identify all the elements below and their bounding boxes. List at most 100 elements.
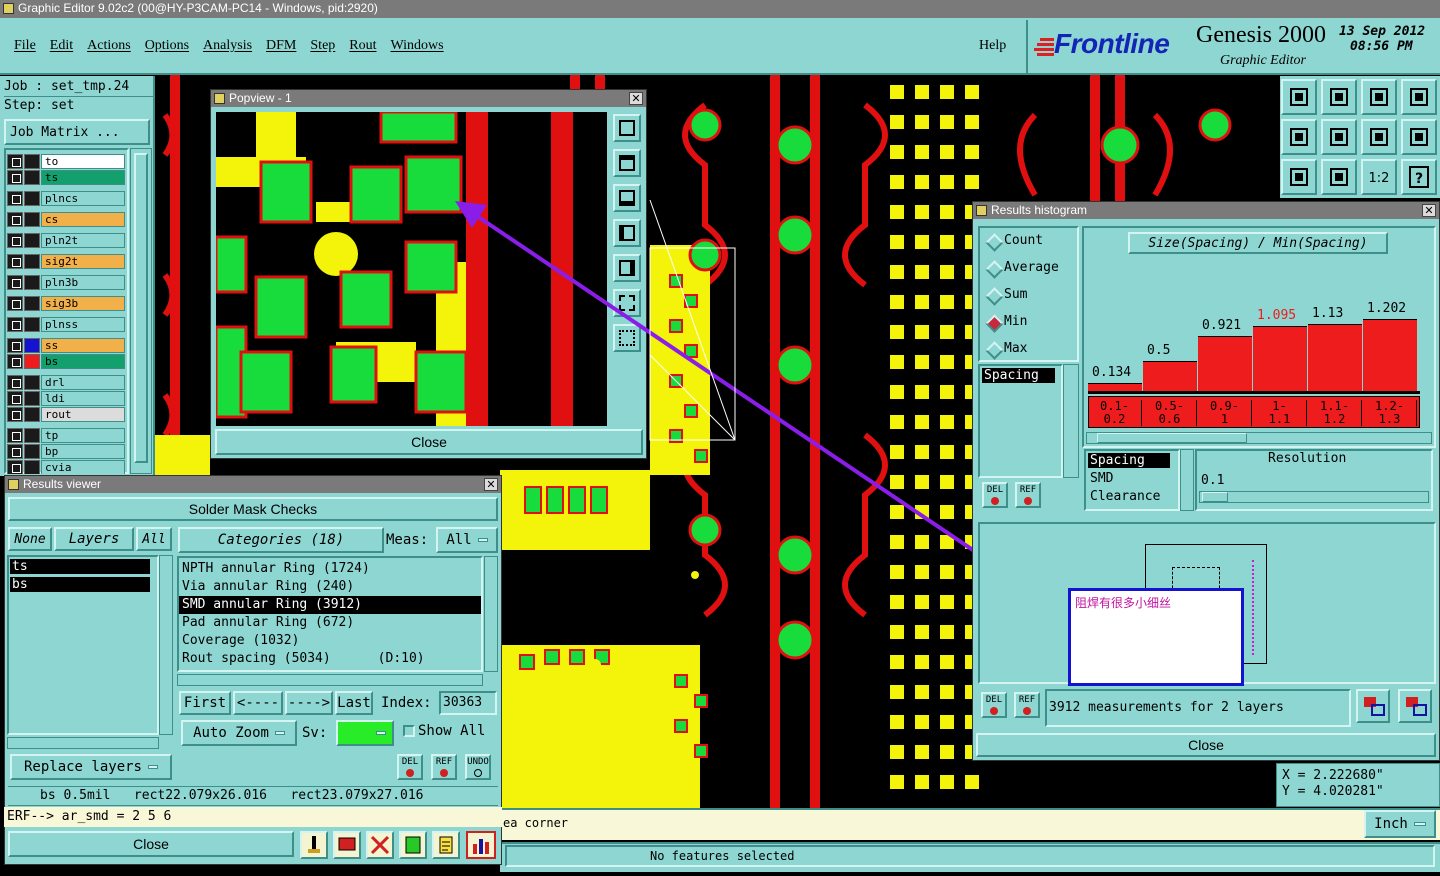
layer-color-swatch[interactable] (24, 154, 40, 169)
results-histogram-button[interactable] (466, 831, 496, 859)
next-button[interactable]: ----> (285, 691, 333, 715)
histogram-list-right-item-0[interactable]: Spacing (1088, 453, 1170, 468)
histogram-close-icon[interactable]: ✕ (1422, 204, 1436, 217)
results-ref-button[interactable]: REF (431, 754, 457, 780)
toolbar-button-1[interactable] (1281, 79, 1317, 115)
histogram-bar[interactable] (1253, 325, 1307, 391)
index-input[interactable]: 30363 (439, 691, 497, 715)
layer-name[interactable]: sig3b (41, 296, 125, 311)
layer-row-cs[interactable]: cs (7, 212, 125, 227)
layer-row-ts[interactable]: ts (7, 170, 125, 185)
toolbar-button-2[interactable] (1321, 79, 1357, 115)
layer-color-swatch[interactable] (24, 317, 40, 332)
layer-display-checkbox[interactable] (7, 375, 23, 390)
menu-analysis[interactable]: Analysis (203, 38, 252, 54)
histogram-list-right-item-2[interactable]: Clearance (1088, 489, 1160, 504)
layer-color-swatch[interactable] (24, 338, 40, 353)
toolbar-button-7[interactable] (1361, 119, 1397, 155)
layer-name[interactable]: plncs (41, 191, 125, 206)
toolbar-button-6[interactable] (1321, 119, 1357, 155)
results-del-button[interactable]: DEL (397, 754, 423, 780)
histogram-bar[interactable] (1088, 383, 1142, 391)
results-layer-vscrollbar[interactable] (159, 555, 173, 735)
histogram-export-button-1[interactable] (1356, 689, 1390, 723)
histogram-bar[interactable] (1143, 361, 1197, 391)
category-item[interactable]: Pad annular Ring (672) (179, 614, 481, 632)
toolbar-button-10[interactable] (1321, 159, 1357, 195)
popview-zoom-in-button[interactable] (613, 289, 641, 317)
histogram-bar[interactable] (1363, 319, 1417, 391)
popview-pan-right-button[interactable] (613, 254, 641, 282)
results-tool-button-5[interactable] (432, 831, 460, 859)
menu-actions[interactable]: Actions (87, 38, 131, 54)
replace-layers-dropdown[interactable]: Replace layers (10, 754, 172, 780)
popview-zoom-fit-button[interactable] (613, 114, 641, 142)
results-layer-ts[interactable]: ts (10, 559, 150, 574)
toolbar-button-11[interactable]: 1:2 (1361, 159, 1397, 195)
layer-row-cvia[interactable]: cvia (7, 460, 125, 474)
histogram-bar[interactable] (1198, 336, 1252, 391)
layer-row-plnss[interactable]: plnss (7, 317, 125, 332)
layer-row-sig3b[interactable]: sig3b (7, 296, 125, 311)
layer-name[interactable]: rout (41, 407, 125, 422)
layer-display-checkbox[interactable] (7, 317, 23, 332)
toolbar-button-4[interactable] (1401, 79, 1437, 115)
layer-display-checkbox[interactable] (7, 212, 23, 227)
popview-canvas[interactable] (216, 112, 607, 426)
layer-display-checkbox[interactable] (7, 254, 23, 269)
histogram-ref-button[interactable]: REF (1015, 482, 1041, 508)
layers-all-button[interactable]: All (136, 527, 172, 551)
results-tool-button-1[interactable] (300, 831, 328, 859)
layer-name[interactable]: ss (41, 338, 125, 353)
layer-color-swatch[interactable] (24, 375, 40, 390)
toolbar-button-8[interactable] (1401, 119, 1437, 155)
layer-row-rout[interactable]: rout (7, 407, 125, 422)
popview-close-icon[interactable]: ✕ (629, 92, 643, 105)
histogram-category-label[interactable]: 0.5- 0.6 (1143, 400, 1197, 426)
histogram-category-label[interactable]: 1- 1.1 (1253, 400, 1307, 426)
layer-name[interactable]: cvia (41, 460, 125, 474)
measurement-del-button[interactable]: DEL (981, 692, 1007, 718)
layer-row-bs[interactable]: bs (7, 354, 125, 369)
layer-display-checkbox[interactable] (7, 444, 23, 459)
menu-file[interactable]: File (14, 38, 36, 54)
mode-min[interactable]: Min (986, 314, 1027, 329)
category-item[interactable]: SMD annular Ring (3912) (179, 596, 481, 614)
menu-windows[interactable]: Windows (391, 38, 444, 54)
layer-row-plncs[interactable]: plncs (7, 191, 125, 206)
menu-help[interactable]: Help (979, 38, 1006, 54)
layer-name[interactable]: to (41, 154, 125, 169)
layer-row-to[interactable]: to (7, 154, 125, 169)
layer-row-pln3b[interactable]: pln3b (7, 275, 125, 290)
layer-name[interactable]: pln3b (41, 275, 125, 290)
categories-hscrollbar[interactable] (177, 674, 483, 686)
menu-rout[interactable]: Rout (349, 38, 376, 54)
layer-color-swatch[interactable] (24, 212, 40, 227)
layer-display-checkbox[interactable] (7, 338, 23, 353)
layer-row-tp[interactable]: tp (7, 428, 125, 443)
results-close-icon[interactable]: ✕ (484, 478, 498, 491)
menu-dfm[interactable]: DFM (266, 38, 296, 54)
layer-row-drl[interactable]: drl (7, 375, 125, 390)
layer-display-checkbox[interactable] (7, 275, 23, 290)
layer-row-sig2t[interactable]: sig2t (7, 254, 125, 269)
layer-row-ss[interactable]: ss (7, 338, 125, 353)
histogram-category-label[interactable]: 0.9- 1 (1198, 400, 1252, 426)
layer-color-swatch[interactable] (24, 407, 40, 422)
toolbar-button-12[interactable]: ? (1401, 159, 1437, 195)
layer-color-swatch[interactable] (24, 254, 40, 269)
layer-row-bp[interactable]: bp (7, 444, 125, 459)
layer-name[interactable]: bs (41, 354, 125, 369)
show-all-checkbox[interactable] (403, 725, 415, 737)
resolution-slider[interactable] (1199, 491, 1429, 503)
histogram-list-right-item-1[interactable]: SMD (1088, 471, 1113, 486)
layer-row-pln2t[interactable]: pln2t (7, 233, 125, 248)
results-layer-hscrollbar[interactable] (7, 737, 159, 749)
results-close-button[interactable]: Close (8, 831, 294, 857)
last-button[interactable]: Last (335, 691, 373, 715)
results-tool-button-2[interactable] (333, 831, 361, 859)
histogram-category-label[interactable]: 0.1- 0.2 (1088, 400, 1142, 426)
mode-sum[interactable]: Sum (986, 287, 1027, 302)
layer-display-checkbox[interactable] (7, 460, 23, 474)
category-item[interactable]: Coverage (1032) (179, 632, 481, 650)
